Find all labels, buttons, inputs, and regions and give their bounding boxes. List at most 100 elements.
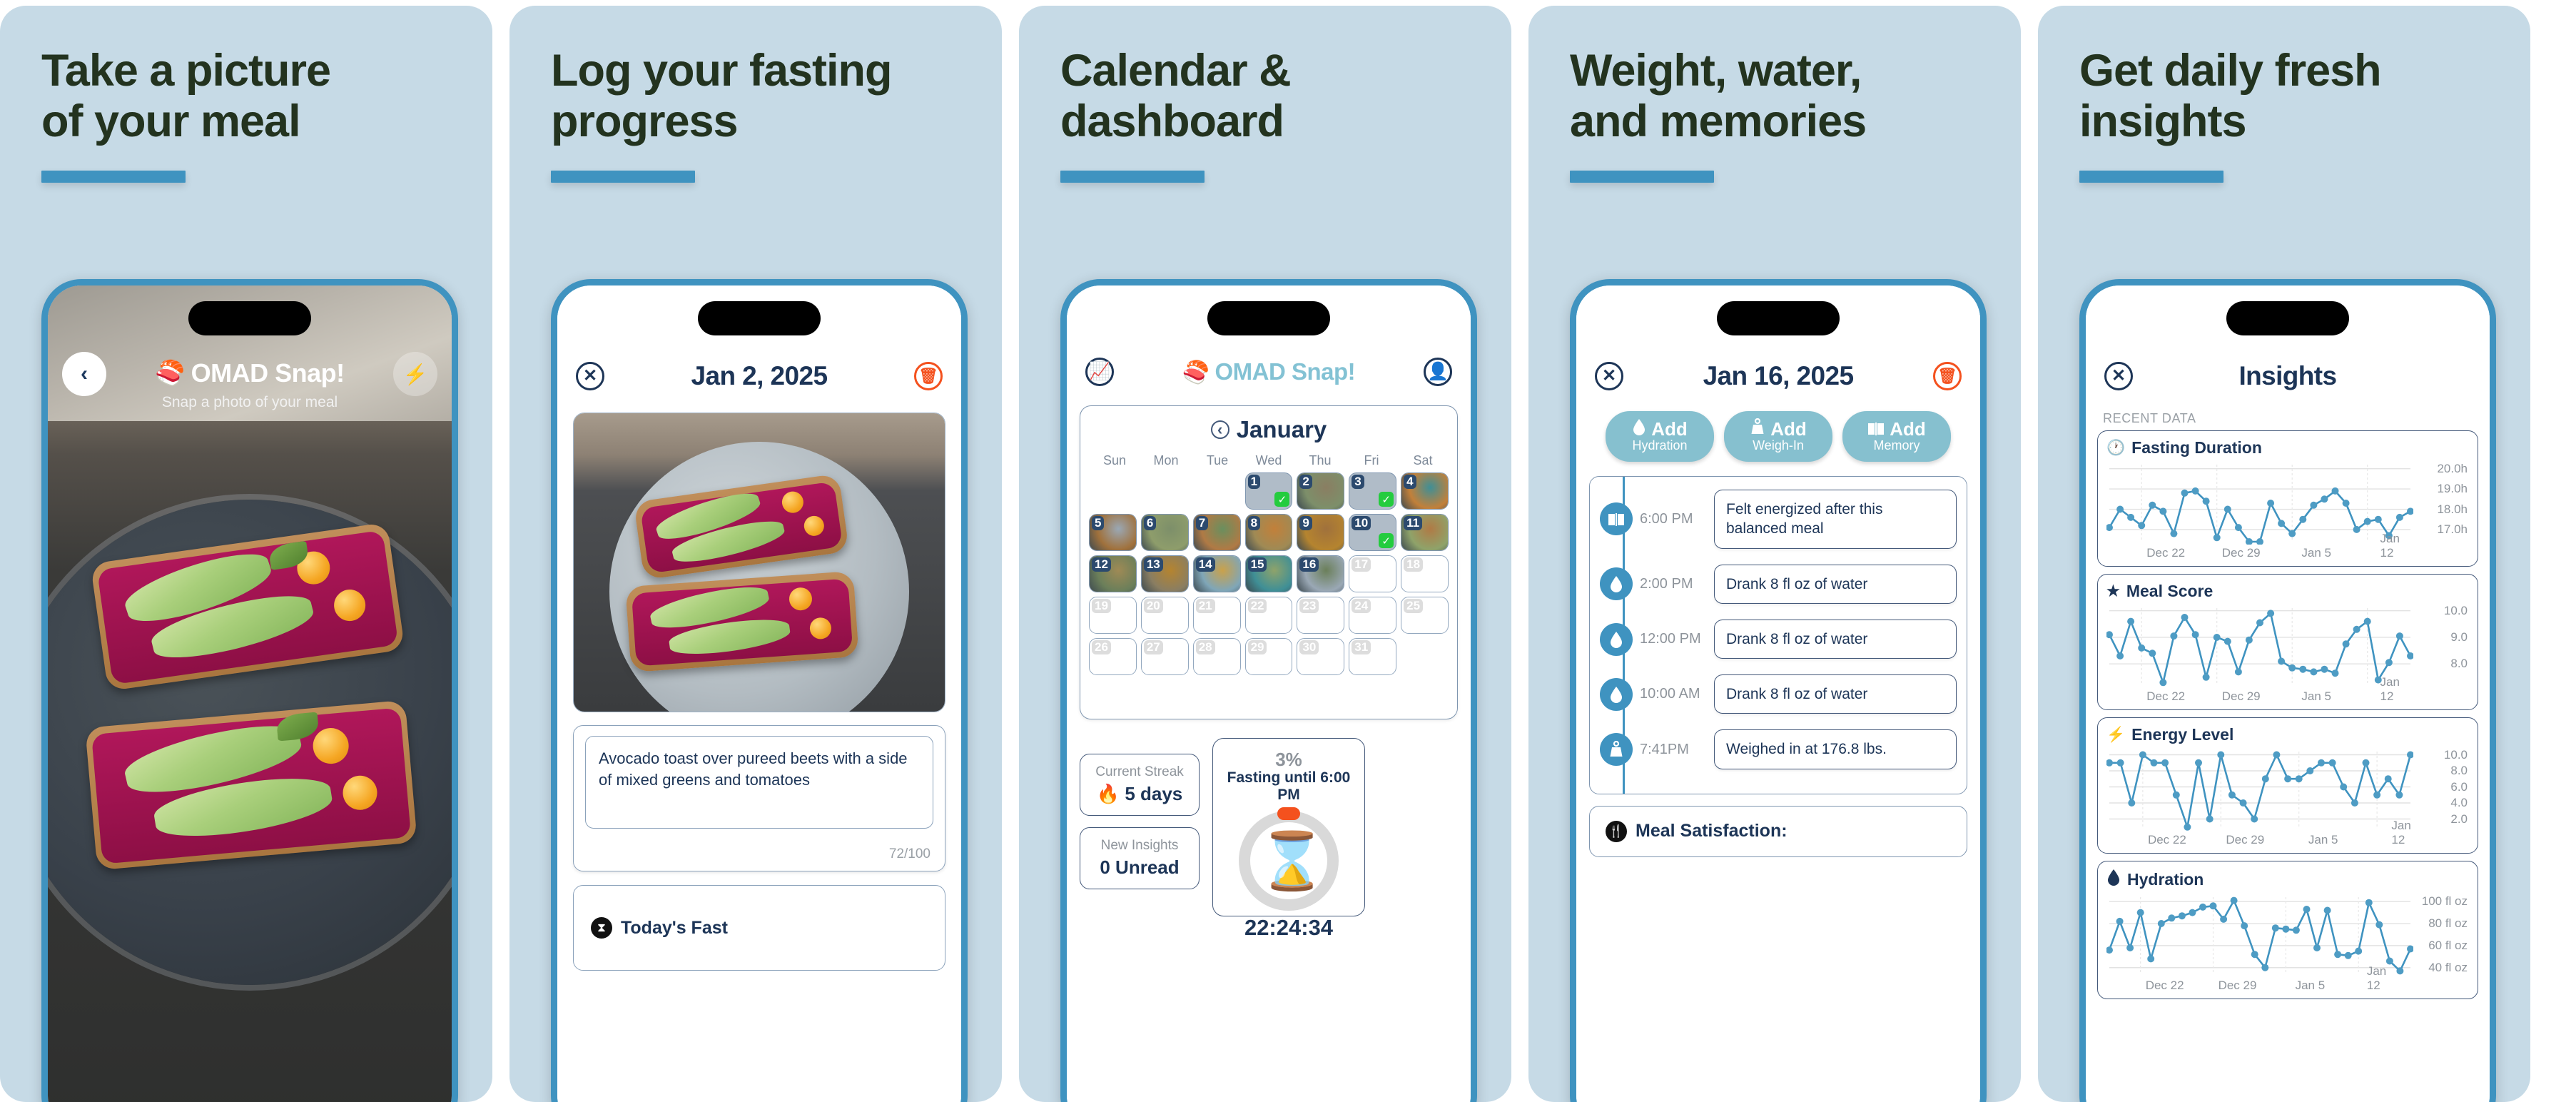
calendar-day-cell[interactable]: 5 — [1089, 514, 1137, 551]
calendar-day-number: 19 — [1092, 599, 1111, 613]
title-underline — [551, 171, 695, 183]
todays-fast-label: Today's Fast — [621, 917, 728, 938]
calendar-day-cell[interactable]: 16 — [1297, 555, 1345, 592]
calendar-day-cell[interactable]: 31 — [1349, 638, 1397, 675]
calendar-day-cell[interactable]: 11 — [1401, 514, 1449, 551]
calendar-day-cell[interactable]: 17 — [1349, 555, 1397, 592]
calendar-day-cell[interactable]: 18 — [1401, 555, 1449, 592]
fasting-timer-card[interactable]: 3% Fasting until 6:00 PM ⌛ 22:24:34 — [1212, 738, 1365, 940]
fast-complete-check-icon: ✓ — [1379, 492, 1394, 507]
fasting-percent: 3% — [1275, 749, 1302, 770]
clock-icon: 🕐 — [2106, 439, 2126, 456]
flash-toggle-button[interactable]: ⚡ — [393, 352, 437, 396]
hourglass-icon: ⌛ — [1257, 829, 1327, 892]
calendar-day-cell[interactable]: 28 — [1192, 638, 1241, 675]
calendar-day-cell[interactable]: 30 — [1297, 638, 1345, 675]
calendar-day-cell[interactable]: 21 — [1192, 597, 1241, 634]
todays-fast-card[interactable]: ⧗ Today's Fast — [573, 885, 945, 971]
timeline-time: 2:00 PM — [1640, 575, 1693, 592]
calendar-day-cell[interactable]: 7 — [1192, 514, 1241, 551]
quick-add-button[interactable]: Add Hydration — [1606, 411, 1714, 462]
close-circle-icon[interactable]: ✕ — [576, 362, 604, 390]
calendar-day-cell[interactable]: 15 — [1244, 555, 1293, 592]
y-axis-tick-label: 17.0h — [2437, 522, 2468, 536]
calendar-day-cell[interactable]: 29 — [1244, 638, 1293, 675]
stat-card[interactable]: New Insights 0 Unread — [1080, 827, 1200, 889]
stat-card[interactable]: Current Streak 🔥 5 days — [1080, 754, 1200, 816]
calendar-day-number: 20 — [1143, 599, 1163, 613]
calendar-day-cell[interactable]: 9 — [1297, 514, 1345, 551]
flash-off-icon: ⚡ — [402, 363, 428, 385]
insight-chart-card[interactable]: 🕐 Fasting Duration 17.0h 18.0h 19.0h 20.0h Dec… — [2097, 430, 2478, 567]
calendar-day-cell[interactable]: 2 — [1297, 472, 1345, 510]
calendar-day-number: 6 — [1143, 516, 1157, 530]
dynamic-island — [698, 301, 821, 335]
calendar-day-cell[interactable]: 23 — [1297, 597, 1345, 634]
trash-icon[interactable]: 🗑 — [913, 362, 943, 390]
calendar-cell-empty — [1141, 472, 1189, 510]
timeline-entry[interactable]: 7:41PM Weighed in at 176.8 lbs. — [1600, 729, 1957, 769]
title-underline — [1570, 171, 1714, 183]
calendar-day-cell[interactable]: 6 — [1140, 514, 1189, 551]
water-drop-icon — [1632, 418, 1646, 440]
timeline-entry[interactable]: 10:00 AM Drank 8 fl oz of water — [1600, 674, 1957, 714]
insight-chart-card[interactable]: Hydration 40 fl oz 60 fl oz 80 fl oz 100 fl … — [2097, 861, 2478, 999]
day-log-header: ✕ Jan 16, 2025 🗑 — [1576, 348, 1980, 404]
calendar-day-number: 11 — [1404, 516, 1423, 530]
calendar-day-cell[interactable]: 24 — [1349, 597, 1397, 634]
calendar-day-cell[interactable]: 12 — [1089, 555, 1137, 592]
brand-name: OMAD Snap! — [191, 358, 345, 388]
timeline-entry[interactable]: 12:00 PM Drank 8 fl oz of water — [1600, 619, 1957, 659]
insight-chart-card[interactable]: ★ Meal Score 8.0 9.0 10.0 Dec 22 Dec 29 Jan 5 Ja… — [2097, 574, 2478, 710]
stat-label: Current Streak — [1095, 764, 1184, 779]
calendar-day-number: 18 — [1404, 557, 1424, 572]
calendar-day-cell[interactable]: 27 — [1140, 638, 1189, 675]
calendar-day-cell[interactable]: 19 — [1089, 597, 1137, 634]
meal-photo[interactable] — [573, 413, 945, 712]
timeline-entry[interactable]: 6:00 PM Felt energized after this balance… — [1600, 490, 1957, 549]
dynamic-island — [1207, 301, 1330, 335]
calendar-day-cell[interactable]: 22 — [1244, 597, 1293, 634]
fasting-countdown: 22:24:34 — [1244, 915, 1334, 940]
calendar-header: 📈 🍣 OMAD Snap! 👤 — [1067, 347, 1471, 397]
x-axis-tick-label: Dec 22 — [2146, 546, 2186, 560]
x-axis-tick-label: Dec 22 — [2147, 833, 2186, 846]
fast-complete-check-icon: ✓ — [1379, 533, 1394, 548]
calendar-day-cell[interactable]: 1 ✓ — [1244, 472, 1293, 510]
x-axis-tick-label: Jan 12 — [2380, 675, 2400, 703]
back-button[interactable]: ‹ — [62, 352, 106, 396]
calendar-day-cell[interactable]: 14 — [1192, 555, 1241, 592]
meal-satisfaction-card[interactable]: 🍴 Meal Satisfaction: — [1589, 805, 1967, 857]
calendar-day-cell[interactable]: 13 — [1140, 555, 1189, 592]
calendar-day-cell[interactable]: 26 — [1089, 638, 1137, 675]
chart-circle-icon[interactable]: 📈 — [1085, 358, 1114, 386]
chart-title: ★ Meal Score — [2106, 582, 2470, 601]
camera-brand: 🍣 OMAD Snap! — [48, 358, 452, 388]
calendar-day-number: 31 — [1352, 640, 1371, 654]
calendar-day-cell[interactable]: 3 ✓ — [1349, 472, 1397, 510]
gallery-panel-2: Log your fasting progress ✕ Jan 2, 2025 … — [509, 6, 1002, 1102]
chevron-left-circle-icon[interactable]: ‹ — [1210, 420, 1229, 439]
calendar-day-cell[interactable]: 10 ✓ — [1349, 514, 1397, 551]
y-axis-tick-label: 19.0h — [2437, 482, 2468, 496]
quick-add-button[interactable]: Add Memory — [1842, 411, 1951, 462]
insights-header: ✕ Insights — [2086, 348, 2490, 404]
panel-header: Log your fasting progress — [509, 6, 1002, 183]
timeline-entry[interactable]: 2:00 PM Drank 8 fl oz of water — [1600, 564, 1957, 604]
page-title: Weight, water, and memories — [1570, 46, 1867, 146]
calendar-day-cell[interactable]: 4 — [1401, 472, 1449, 510]
calendar-day-cell[interactable]: 25 — [1401, 597, 1449, 634]
quick-add-top-label: Add — [1890, 418, 1926, 440]
panel-header: Get daily fresh insights — [2038, 6, 2530, 183]
insight-chart-card[interactable]: ⚡ Energy Level 2.0 4.0 6.0 8.0 10.0 Dec 22 Dec 2… — [2097, 717, 2478, 854]
x-axis-tick-label: Dec 22 — [2145, 979, 2184, 992]
x-axis-tick-label: Jan 5 — [2301, 689, 2331, 703]
quick-add-button[interactable]: Add Weigh-In — [1724, 411, 1832, 462]
close-circle-icon[interactable]: ✕ — [2104, 362, 2133, 390]
calendar-day-cell[interactable]: 20 — [1140, 597, 1189, 634]
person-circle-icon[interactable]: 👤 — [1424, 358, 1452, 386]
close-circle-icon[interactable]: ✕ — [1595, 362, 1623, 390]
calendar-day-cell[interactable]: 8 — [1244, 514, 1293, 551]
trash-icon[interactable]: 🗑 — [1933, 362, 1962, 390]
meal-note-input[interactable]: Avocado toast over pureed beets with a s… — [585, 736, 933, 829]
